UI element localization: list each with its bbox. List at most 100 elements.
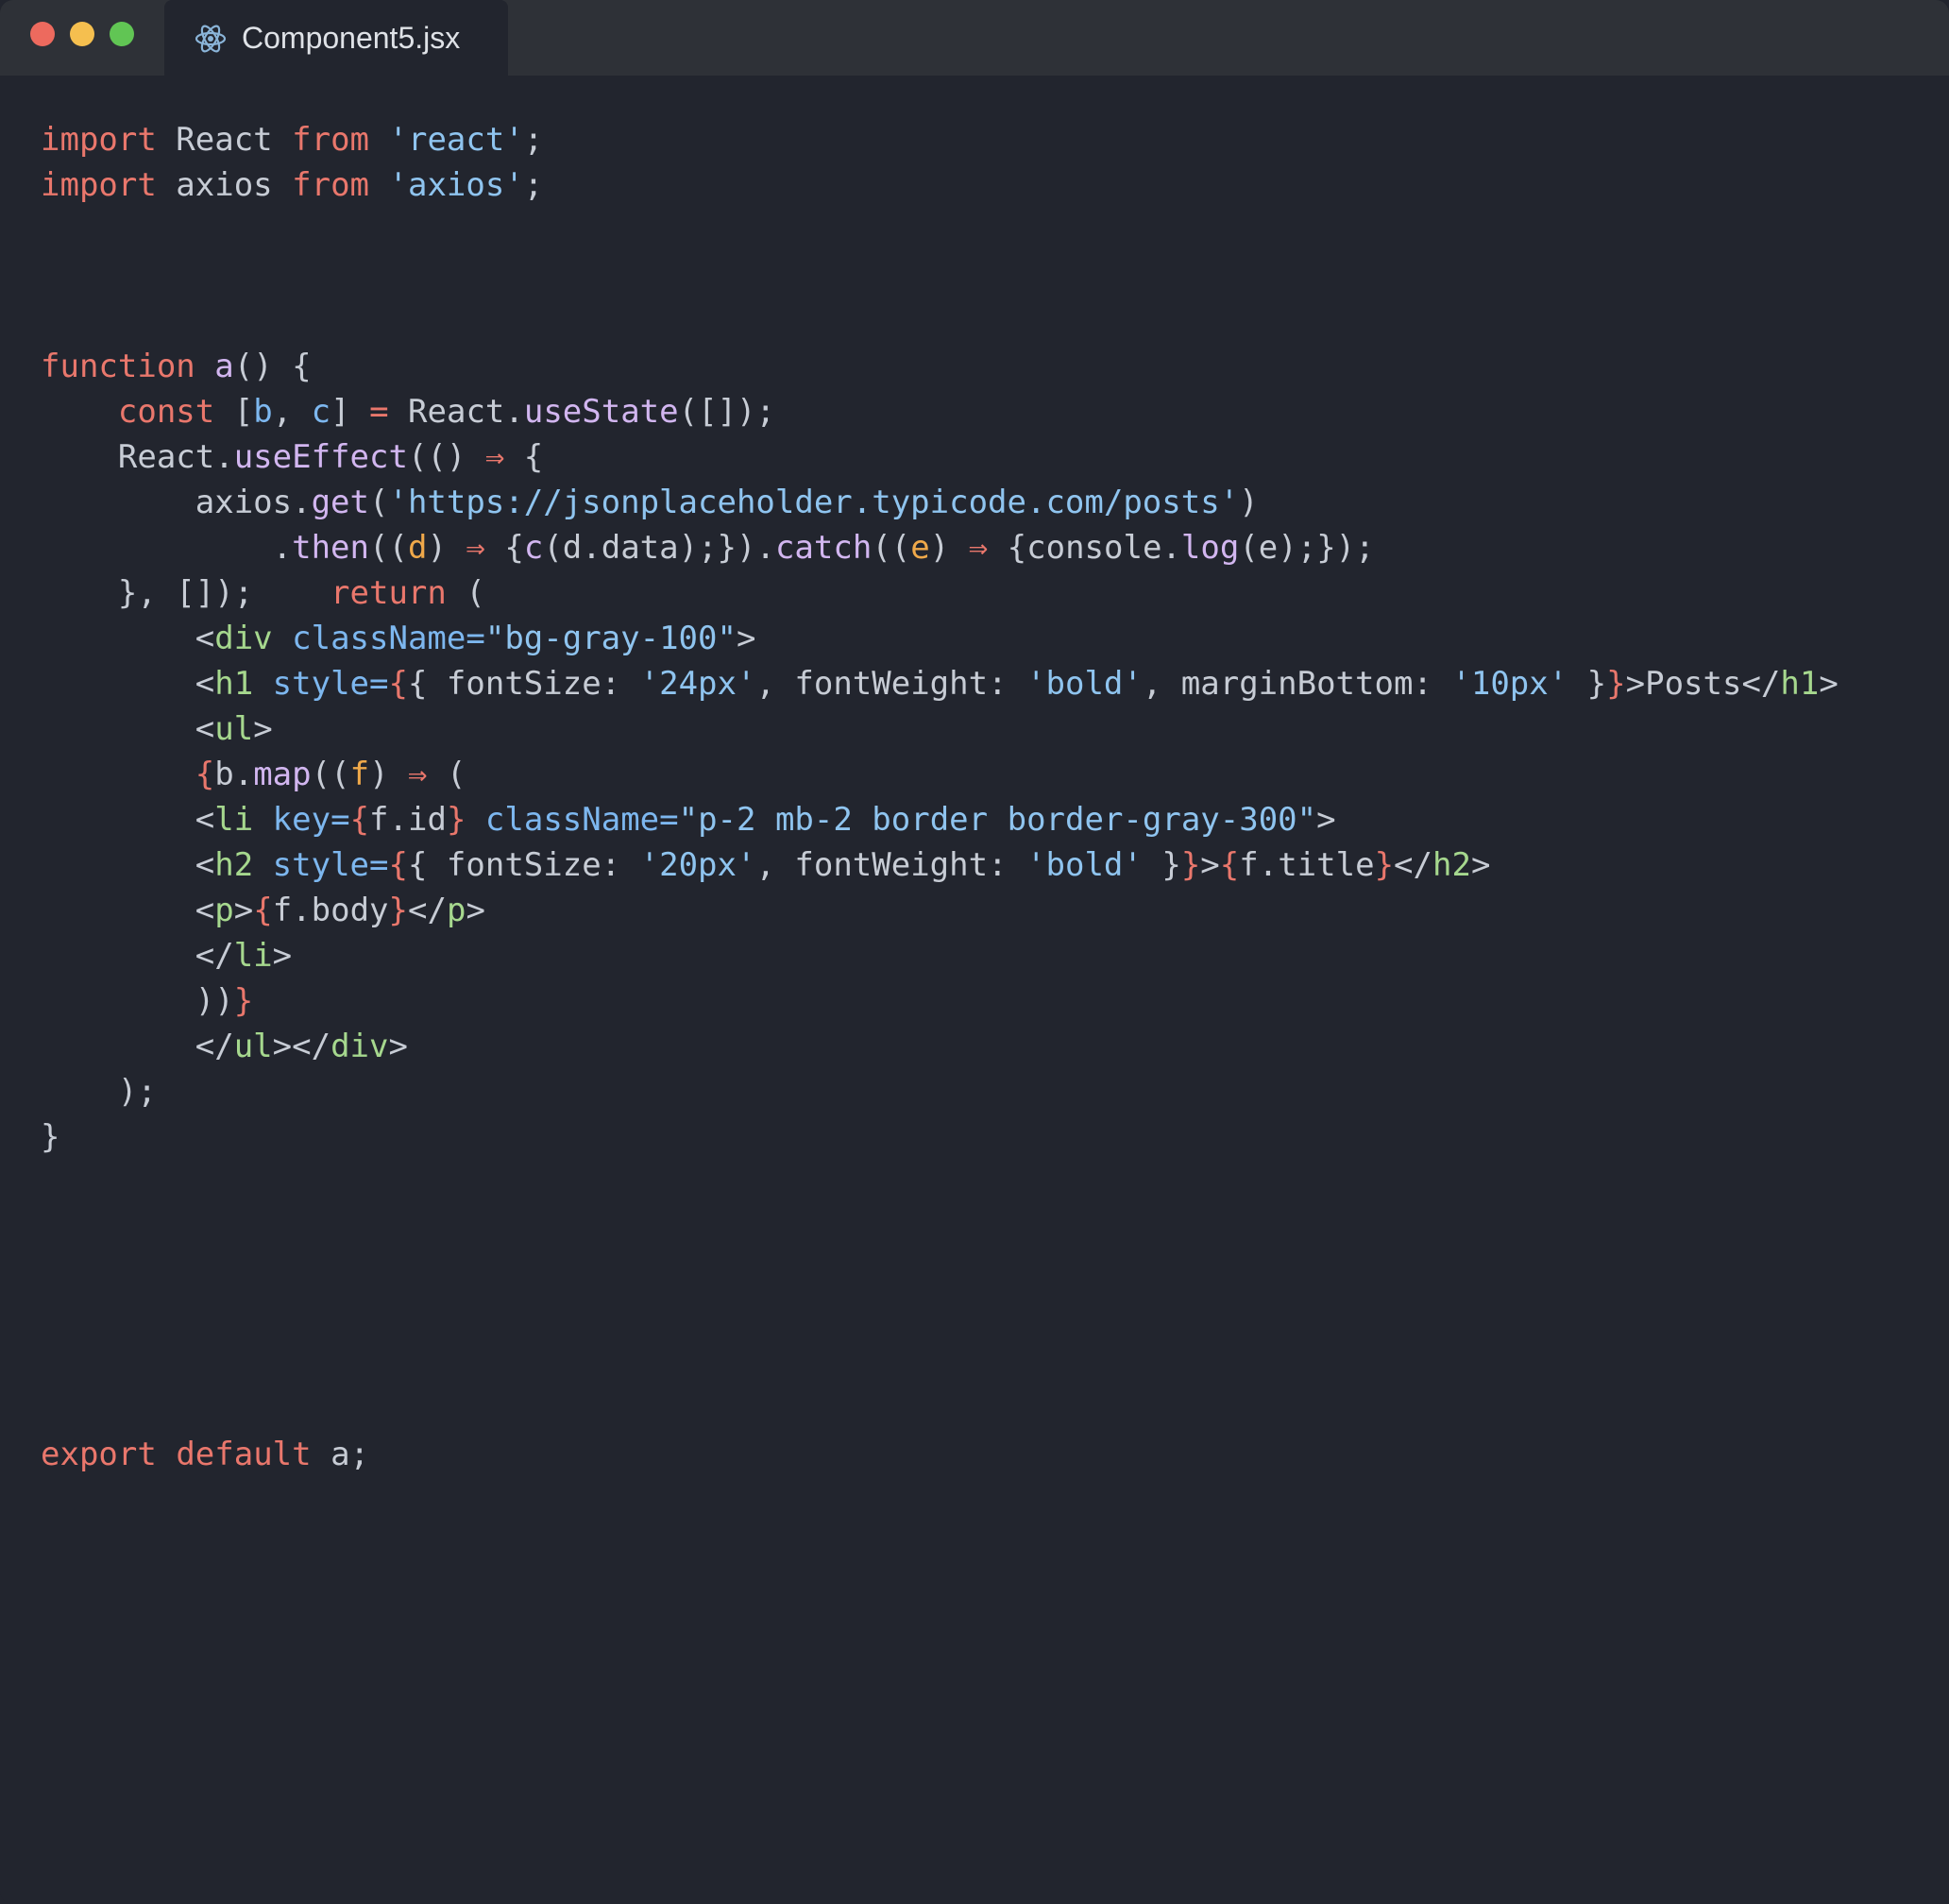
code-token: { <box>388 665 408 703</box>
code-token: from <box>292 166 370 204</box>
code-token: f.body <box>272 892 389 929</box>
code-token: log <box>1180 529 1240 567</box>
code-token: style= <box>272 846 389 884</box>
code-token: ( <box>369 484 389 521</box>
code-token: h1 <box>214 665 254 703</box>
code-token: const <box>117 393 215 431</box>
code-token: } <box>1180 846 1201 884</box>
editor-window: Component5.jsx import React from 'react'… <box>0 0 1949 1904</box>
code-token: . <box>41 529 293 567</box>
code-token: then <box>292 529 369 567</box>
code-token: ; <box>523 166 544 204</box>
code-token: 'bold' <box>1026 665 1143 703</box>
code-token: axios. <box>41 484 312 521</box>
code-token: '10px' <box>1451 665 1568 703</box>
code-token: default <box>176 1436 312 1473</box>
code-line: const [b, c] = React.useState([]); <box>41 389 1949 434</box>
code-token: > <box>1316 801 1336 839</box>
code-token: ( <box>446 574 485 612</box>
code-token: a <box>214 348 234 385</box>
code-token: [ <box>214 393 254 431</box>
code-line: <div className="bg-gray-100"> <box>41 616 1949 661</box>
code-token: li <box>214 801 254 839</box>
code-token: </ <box>1394 846 1432 884</box>
code-token: { <box>349 801 370 839</box>
code-line: axios.get('https://jsonplaceholder.typic… <box>41 480 1949 525</box>
code-token: ⇒ <box>466 529 485 567</box>
code-token: { <box>253 892 273 929</box>
code-token: f <box>349 756 370 793</box>
code-token: key= <box>272 801 350 839</box>
code-token: a; <box>311 1436 370 1473</box>
code-token: < <box>41 846 215 884</box>
code-token: map <box>253 756 312 793</box>
code-token: () { <box>233 348 312 385</box>
code-token: function <box>41 348 195 385</box>
code-line: } <box>41 1114 1949 1160</box>
code-line: <h2 style={{ fontSize: '20px', fontWeigh… <box>41 842 1949 888</box>
code-token: (e);}); <box>1239 529 1375 567</box>
code-token: e <box>910 529 930 567</box>
code-token: d <box>407 529 428 567</box>
code-token: ) <box>427 529 466 567</box>
code-token: h2 <box>214 846 254 884</box>
code-line: <h1 style={{ fontSize: '24px', fontWeigh… <box>41 661 1949 706</box>
file-tab[interactable]: Component5.jsx <box>164 0 508 76</box>
code-line: import axios from 'axios'; <box>41 162 1949 208</box>
code-token: p <box>214 892 234 929</box>
code-line: function a() { <box>41 344 1949 389</box>
code-token: , <box>272 393 312 431</box>
maximize-window-button[interactable] <box>110 22 134 46</box>
code-token: {console. <box>988 529 1181 567</box>
code-token: < <box>41 665 215 703</box>
code-token: </ <box>41 937 234 975</box>
code-line: </ul></div> <box>41 1024 1949 1069</box>
code-token: ul <box>233 1028 273 1065</box>
code-token: ] <box>330 393 370 431</box>
code-token: , marginBottom: <box>1142 665 1452 703</box>
code-token: ⇒ <box>484 438 505 476</box>
code-line: import React from 'react'; <box>41 117 1949 162</box>
code-token: useEffect <box>233 438 408 476</box>
code-token: 'bold' <box>1026 846 1143 884</box>
code-token: )) <box>41 982 234 1020</box>
code-token: < <box>41 892 215 929</box>
code-editor[interactable]: import React from 'react'; import axios f… <box>41 117 1949 1477</box>
code-token: h2 <box>1432 846 1471 884</box>
code-token: "bg-gray-100" <box>484 620 737 657</box>
code-token: ) <box>929 529 969 567</box>
react-icon <box>195 23 227 55</box>
close-window-button[interactable] <box>30 22 55 46</box>
code-token: < <box>41 620 215 657</box>
code-token: } <box>1374 846 1395 884</box>
code-token: > <box>272 937 293 975</box>
code-token: { <box>504 438 544 476</box>
code-token: > <box>233 892 254 929</box>
code-token: } <box>446 801 466 839</box>
code-token: f.title <box>1239 846 1375 884</box>
code-token: < <box>41 801 215 839</box>
code-token: b <box>253 393 273 431</box>
code-token: c <box>523 529 544 567</box>
code-token: export <box>41 1436 157 1473</box>
code-token: > <box>388 1028 408 1065</box>
code-token: ([]); <box>678 393 775 431</box>
code-token: 'react' <box>388 121 524 159</box>
code-token: </ <box>41 1028 234 1065</box>
minimize-window-button[interactable] <box>70 22 94 46</box>
code-token: useState <box>523 393 679 431</box>
code-token: c <box>311 393 331 431</box>
code-token: 'axios' <box>388 166 524 204</box>
code-token: { fontSize: <box>407 846 640 884</box>
code-token: >Posts</ <box>1625 665 1781 703</box>
code-token: ></ <box>272 1028 331 1065</box>
